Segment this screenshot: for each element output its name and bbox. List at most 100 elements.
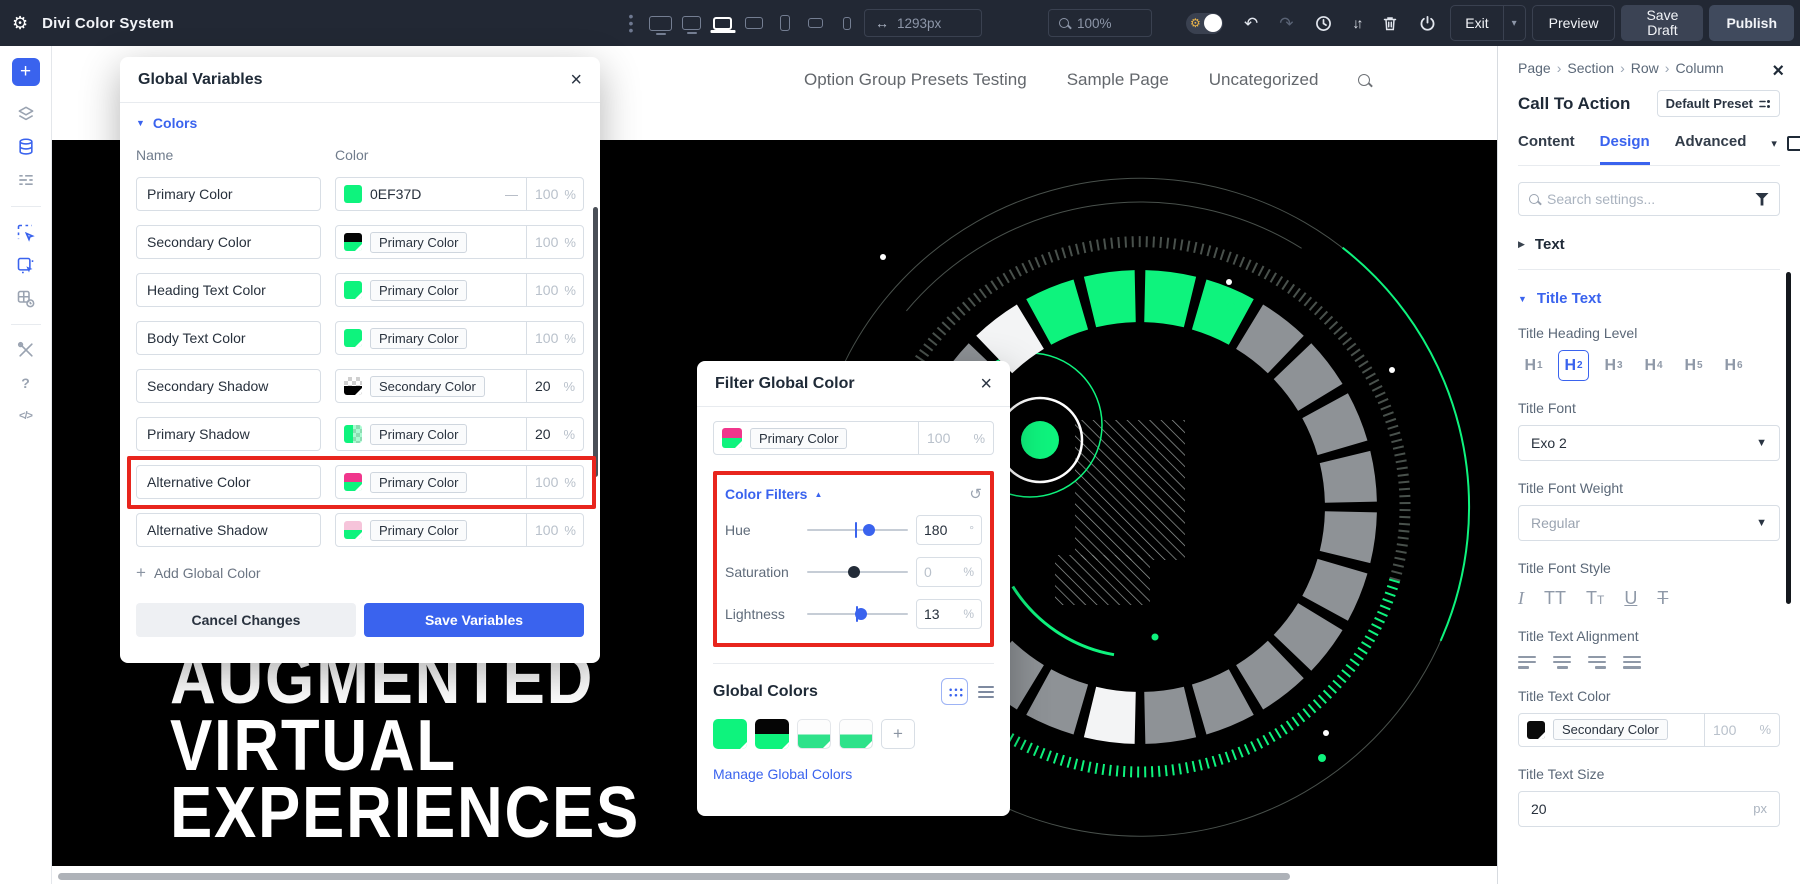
save-variables-button[interactable]: Save Variables xyxy=(364,603,584,637)
horizontal-scrollbar[interactable] xyxy=(58,873,1290,880)
title-text-color-field[interactable]: Secondary Color xyxy=(1518,712,1705,747)
title-font-select[interactable]: Exo 2 ▼ xyxy=(1518,425,1780,461)
linked-color-chip[interactable]: Primary Color xyxy=(370,231,468,253)
variable-color-field[interactable]: Primary Color xyxy=(335,225,527,259)
close-icon[interactable]: × xyxy=(1772,60,1784,83)
history-icon[interactable] xyxy=(1315,15,1332,32)
filter-funnel-icon[interactable] xyxy=(1755,192,1769,206)
page-settings-icon[interactable] xyxy=(12,166,40,194)
default-preset-button[interactable]: Default Preset xyxy=(1656,90,1780,117)
slider-handle[interactable] xyxy=(854,608,867,620)
linked-color-chip[interactable]: Primary Color xyxy=(370,423,468,445)
opacity-field[interactable]: 100 % xyxy=(918,421,994,455)
device-view-icon[interactable] xyxy=(832,8,861,38)
help-icon[interactable]: ? xyxy=(12,369,40,397)
linked-color-chip[interactable]: Primary Color xyxy=(370,279,468,301)
module-history-icon[interactable] xyxy=(12,284,40,312)
exit-button[interactable]: Exit ▾ xyxy=(1450,5,1526,41)
color-filters-label[interactable]: Color Filters xyxy=(725,486,807,502)
slider-handle[interactable] xyxy=(862,524,875,536)
linked-color-chip[interactable]: Primary Color xyxy=(370,327,468,349)
database-variables-icon[interactable] xyxy=(12,133,40,161)
variable-name-input[interactable]: Body Text Color xyxy=(136,321,321,355)
settings-tab[interactable]: Content xyxy=(1518,133,1575,165)
slider-value-field[interactable]: 180 ° xyxy=(916,515,982,545)
device-view-icon[interactable] xyxy=(739,8,768,38)
variable-name-input[interactable]: Alternative Color xyxy=(136,465,321,499)
global-color-swatch[interactable] xyxy=(839,719,873,749)
linked-color-chip[interactable]: Secondary Color xyxy=(1553,719,1668,741)
color-swatch[interactable] xyxy=(344,329,362,347)
variable-color-field[interactable]: Primary Color xyxy=(335,273,527,307)
search-settings-input[interactable] xyxy=(1547,191,1747,207)
heading-level-button[interactable]: H1 xyxy=(1518,350,1549,381)
opacity-field[interactable]: 100 % xyxy=(526,177,584,211)
settings-tab[interactable]: Advanced xyxy=(1675,133,1747,165)
breadcrumb-link[interactable]: Section xyxy=(1567,60,1614,76)
heading-level-button[interactable]: H5 xyxy=(1678,350,1709,381)
breadcrumb-link[interactable]: Column xyxy=(1675,60,1723,76)
heading-level-button[interactable]: H4 xyxy=(1638,350,1669,381)
preview-button[interactable]: Preview xyxy=(1531,5,1616,41)
tools-icon[interactable] xyxy=(12,336,40,364)
slider-handle[interactable] xyxy=(848,566,861,578)
text-align-button[interactable] xyxy=(1553,656,1571,669)
global-color-swatch[interactable] xyxy=(755,719,789,749)
selected-color-field[interactable]: Primary Color xyxy=(713,421,919,455)
sort-layers-icon[interactable]: ↓↑ xyxy=(1353,16,1364,30)
device-view-icon[interactable] xyxy=(646,8,675,38)
color-swatch[interactable] xyxy=(344,425,362,443)
breadcrumb-link[interactable]: Page xyxy=(1518,60,1551,76)
color-swatch[interactable] xyxy=(344,185,362,203)
filter-slider[interactable] xyxy=(807,519,908,541)
font-style-button[interactable]: U xyxy=(1624,588,1637,609)
power-icon[interactable] xyxy=(1419,15,1436,32)
nav-link[interactable]: Option Group Presets Testing xyxy=(804,70,1027,90)
modal-scrollbar[interactable] xyxy=(593,207,598,477)
font-style-button[interactable]: TT xyxy=(1586,588,1604,609)
trash-icon[interactable] xyxy=(1382,15,1398,32)
title-font-weight-select[interactable]: Regular ▼ xyxy=(1518,505,1780,541)
variable-name-input[interactable]: Primary Color xyxy=(136,177,321,211)
slider-value-field[interactable]: 13 % xyxy=(916,599,982,629)
variable-color-field[interactable]: Secondary Color xyxy=(335,369,527,403)
font-style-button[interactable]: T xyxy=(1657,588,1668,609)
color-swatch[interactable] xyxy=(344,377,362,395)
close-icon[interactable]: × xyxy=(570,70,582,90)
nav-link[interactable]: Sample Page xyxy=(1067,70,1169,90)
variable-color-field[interactable]: Primary Color xyxy=(335,417,527,451)
device-view-icon[interactable] xyxy=(770,8,799,38)
save-draft-button[interactable]: Save Draft xyxy=(1621,5,1704,41)
add-global-color-link[interactable]: + Add Global Color xyxy=(136,563,584,583)
linked-color-chip[interactable]: Secondary Color xyxy=(370,375,485,397)
text-align-button[interactable] xyxy=(1623,656,1641,669)
variable-color-field[interactable]: Primary Color xyxy=(335,513,527,547)
filter-slider[interactable] xyxy=(807,603,908,625)
opacity-field[interactable]: 100 % xyxy=(526,513,584,547)
settings-tab[interactable]: Design xyxy=(1599,133,1650,165)
opacity-field[interactable]: 100 % xyxy=(526,465,584,499)
more-options-icon[interactable]: • • • xyxy=(628,9,634,37)
slider-track[interactable] xyxy=(807,529,908,531)
slider-value-field[interactable]: 0 % xyxy=(916,557,982,587)
variable-color-field[interactable]: Primary Color xyxy=(335,321,527,355)
redo-icon[interactable]: ↷ xyxy=(1279,15,1293,32)
text-align-button[interactable] xyxy=(1588,656,1606,669)
click-select-icon[interactable] xyxy=(12,251,40,279)
global-color-swatch[interactable] xyxy=(713,719,747,749)
opacity-field[interactable]: 20 % xyxy=(526,417,584,451)
reset-filters-icon[interactable]: ↺ xyxy=(969,485,982,503)
device-view-icon[interactable] xyxy=(677,8,706,38)
heading-level-button[interactable]: H6 xyxy=(1718,350,1749,381)
heading-level-button[interactable]: H3 xyxy=(1598,350,1629,381)
code-icon[interactable]: </> xyxy=(12,402,40,430)
opacity-field[interactable]: 100 % xyxy=(526,225,584,259)
opacity-field[interactable]: 20 % xyxy=(526,369,584,403)
layers-icon[interactable] xyxy=(12,100,40,128)
heading-level-button[interactable]: H2 xyxy=(1558,350,1589,381)
linked-color-chip[interactable]: Primary Color xyxy=(370,519,468,541)
zoom-field[interactable]: 100% xyxy=(1048,9,1152,37)
color-swatch[interactable] xyxy=(344,281,362,299)
device-view-icon[interactable] xyxy=(801,8,830,38)
close-icon[interactable]: × xyxy=(980,374,992,394)
